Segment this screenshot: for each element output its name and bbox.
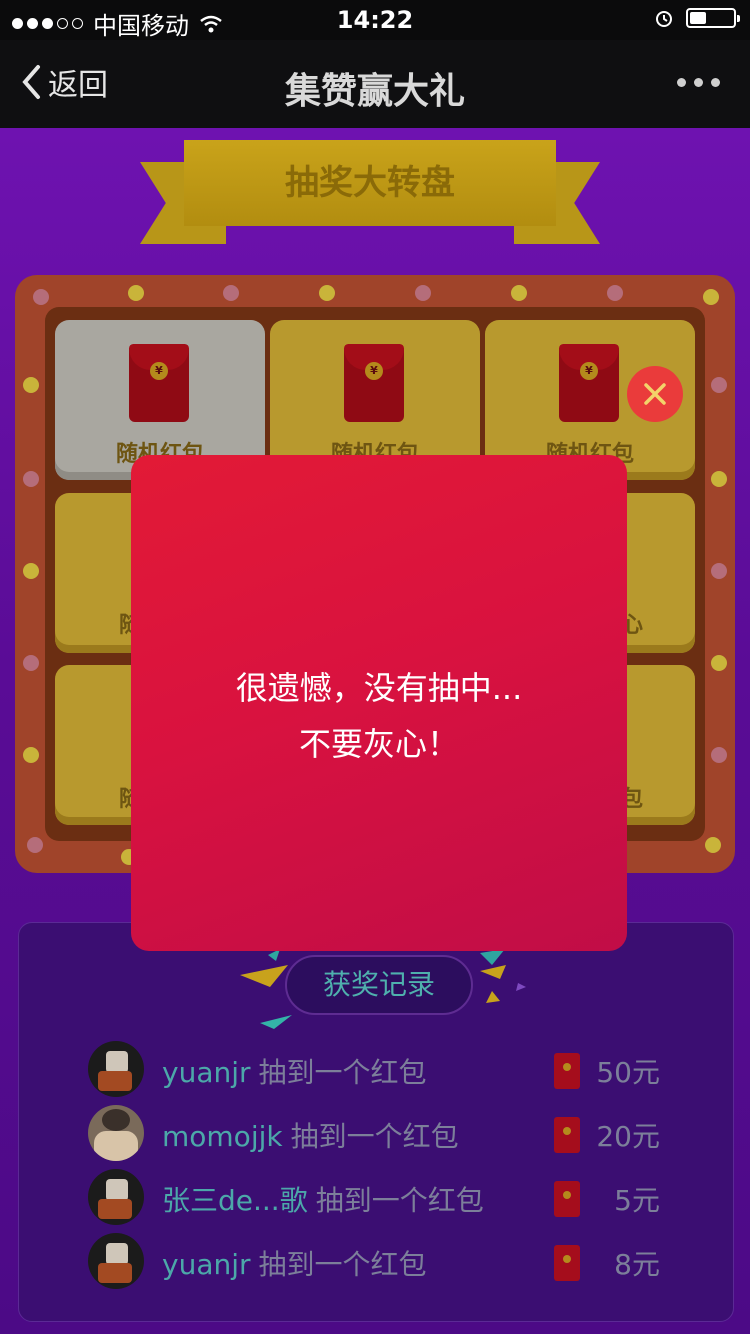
light-bulb — [711, 377, 727, 393]
result-message-line1: 很遗憾，没有抽中... — [235, 669, 523, 707]
light-bulb — [705, 837, 721, 853]
more-menu-icon[interactable] — [677, 78, 720, 87]
close-icon — [644, 383, 666, 405]
record-user: yuanjr — [162, 1056, 251, 1089]
banner-title: 抽奖大转盘 — [184, 140, 556, 226]
result-message: 很遗憾，没有抽中... 不要灰心！ — [131, 660, 627, 772]
record-row: 张三de...歌 抽到一个红包 5元 — [88, 1169, 668, 1227]
light-bulb — [711, 563, 727, 579]
avatar — [88, 1233, 144, 1289]
light-bulb — [23, 377, 39, 393]
record-text: momojjk 抽到一个红包 — [162, 1115, 459, 1155]
records-title: 获奖记录 — [285, 955, 473, 1015]
light-bulb — [23, 747, 39, 763]
record-action: 抽到一个红包 — [290, 1120, 459, 1153]
light-bulb — [711, 471, 727, 487]
avatar — [88, 1169, 144, 1225]
status-bar: 中国移动 14:22 — [0, 0, 750, 40]
record-action: 抽到一个红包 — [258, 1248, 427, 1281]
record-row: momojjk 抽到一个红包 20元 — [88, 1105, 668, 1163]
red-envelope-icon: ¥ — [559, 344, 619, 422]
prize-label: 心 — [621, 613, 644, 638]
light-bulb — [511, 285, 527, 301]
record-text: yuanjr 抽到一个红包 — [162, 1243, 427, 1283]
avatar — [88, 1041, 144, 1097]
banner-ribbon: 抽奖大转盘 — [140, 140, 600, 250]
result-message-line2: 不要灰心！ — [298, 725, 459, 763]
light-bulb — [128, 285, 144, 301]
record-text: 张三de...歌 抽到一个红包 — [162, 1179, 484, 1219]
record-amount: 50元 — [596, 1056, 660, 1089]
light-bulb — [319, 285, 335, 301]
result-modal: 很遗憾，没有抽中... 不要灰心！ — [131, 455, 627, 951]
record-user: momojjk — [162, 1120, 283, 1153]
record-row: yuanjr 抽到一个红包 8元 — [88, 1233, 668, 1291]
red-envelope-icon: ¥ — [129, 344, 189, 422]
red-envelope-icon — [554, 1117, 580, 1153]
red-envelope-icon — [554, 1245, 580, 1281]
record-action: 抽到一个红包 — [315, 1184, 484, 1217]
light-bulb — [607, 285, 623, 301]
record-action: 抽到一个红包 — [258, 1056, 427, 1089]
alarm-icon — [656, 11, 672, 27]
light-bulb — [415, 285, 431, 301]
red-envelope-icon — [554, 1053, 580, 1089]
battery-icon — [686, 8, 740, 28]
light-bulb — [23, 471, 39, 487]
status-right — [654, 8, 740, 28]
record-amount: 8元 — [614, 1248, 660, 1281]
nav-bar: 返回 集赞赢大礼 — [0, 40, 750, 128]
light-bulb — [23, 563, 39, 579]
record-user: 张三de...歌 — [162, 1184, 308, 1217]
record-amount: 5元 — [614, 1184, 660, 1217]
red-envelope-icon: ¥ — [344, 344, 404, 422]
light-bulb — [703, 289, 719, 305]
record-user: yuanjr — [162, 1248, 251, 1281]
light-bulb — [223, 285, 239, 301]
close-button[interactable] — [627, 366, 683, 422]
light-bulb — [711, 747, 727, 763]
record-text: yuanjr 抽到一个红包 — [162, 1051, 427, 1091]
clock: 14:22 — [336, 6, 414, 34]
record-amount: 20元 — [596, 1120, 660, 1153]
light-bulb — [33, 289, 49, 305]
prize-label: 包 — [621, 787, 644, 812]
avatar — [88, 1105, 144, 1161]
red-envelope-icon — [554, 1181, 580, 1217]
light-bulb — [711, 655, 727, 671]
page-title: 集赞赢大礼 — [284, 71, 465, 112]
light-bulb — [23, 655, 39, 671]
record-row: yuanjr 抽到一个红包 50元 — [88, 1041, 668, 1099]
light-bulb — [27, 837, 43, 853]
